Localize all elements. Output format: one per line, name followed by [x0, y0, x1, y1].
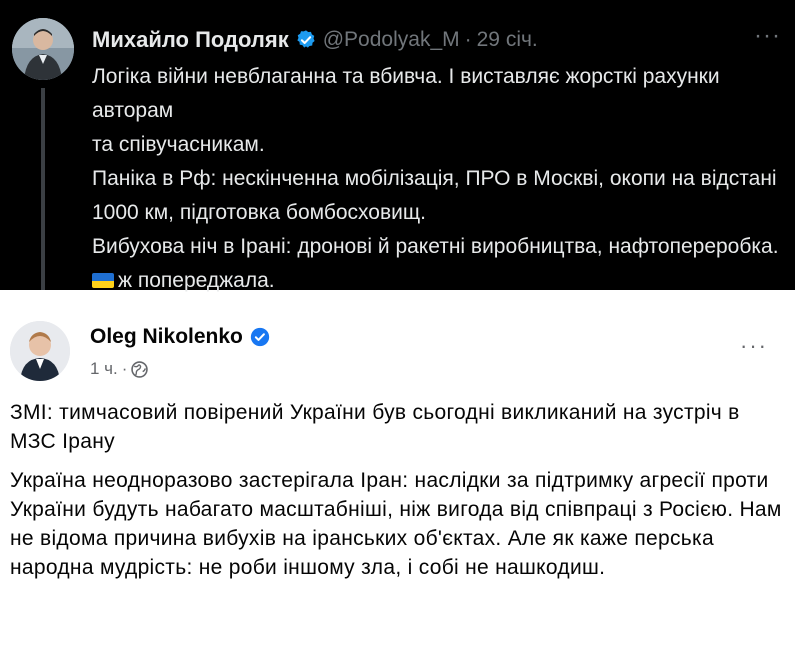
person-photo-icon — [10, 321, 70, 381]
thread-line — [41, 88, 45, 290]
facebook-more-options-icon[interactable]: ··· — [740, 333, 768, 359]
tweet-line: Паніка в Рф: нескінченна мобілізація, ПР… — [92, 167, 777, 190]
tweet-line: Логіка війни невблаганна та вбивча. І ви… — [92, 65, 720, 122]
tweet-author-handle[interactable]: @Podolyak_M — [323, 28, 460, 52]
facebook-post-card: Oleg Nikolenko 1 ч. · ··· ЗМІ: тимчасови… — [0, 295, 800, 647]
tweet-timestamp[interactable]: 29 січ. — [477, 28, 538, 52]
tweet-header: Михайло Подоляк @Podolyak_M · 29 січ. — [92, 25, 538, 55]
tweet-line: Вибухова ніч в Ірані: дронові й ракетні … — [92, 235, 779, 258]
post-paragraph: ЗМІ: тимчасовий повірений України був сь… — [10, 401, 740, 453]
facebook-author-avatar[interactable] — [10, 321, 70, 381]
verified-badge-icon — [297, 30, 315, 48]
globe-icon[interactable] — [131, 360, 149, 378]
verified-badge-icon — [250, 327, 270, 347]
tweet-line: ж попереджала. — [118, 269, 275, 292]
tweet-author-avatar[interactable] — [12, 18, 74, 80]
facebook-post-text: ЗМІ: тимчасовий повірений України був сь… — [10, 398, 790, 592]
meta-separator: · — [121, 359, 128, 378]
tweet-text: Логіка війни невблаганна та вбивча. І ви… — [92, 60, 782, 298]
tweet-card: Михайло Подоляк @Podolyak_M · 29 січ. ··… — [0, 0, 795, 292]
tweet-author-name[interactable]: Михайло Подоляк — [92, 27, 289, 53]
ukraine-flag-icon — [92, 273, 114, 288]
facebook-author-name[interactable]: Oleg Nikolenko — [90, 325, 243, 349]
header-separator: · — [464, 28, 472, 51]
tweet-more-options-icon[interactable]: ··· — [754, 22, 781, 50]
facebook-post-meta: 1 ч. · — [90, 359, 149, 379]
post-paragraph: Україна неодноразово застерігала Іран: н… — [10, 469, 782, 579]
tweet-line: 1000 км, підготовка бомбосховищ. — [92, 201, 426, 224]
facebook-post-time[interactable]: 1 ч. — [90, 359, 118, 379]
tweet-line: та співучасникам. — [92, 133, 265, 156]
tweet-line-last: ж попереджала. — [92, 264, 782, 298]
facebook-author-row: Oleg Nikolenko — [90, 325, 270, 349]
person-photo-icon — [12, 18, 74, 80]
